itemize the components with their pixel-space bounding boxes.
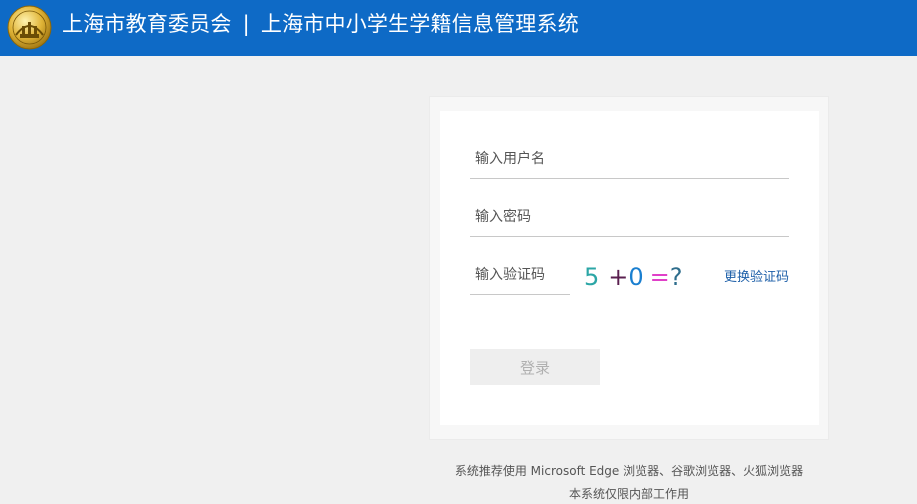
captcha-image[interactable]: 5 +0 =? bbox=[584, 260, 684, 294]
title-separator: | bbox=[242, 12, 250, 36]
header-title: 上海市教育委员会 | 上海市中小学生学籍信息管理系统 bbox=[62, 0, 579, 50]
username-input[interactable] bbox=[470, 140, 789, 179]
captcha-char: ? bbox=[669, 263, 683, 291]
refresh-captcha-link[interactable]: 更换验证码 bbox=[700, 266, 789, 285]
login-button[interactable]: 登录 bbox=[470, 349, 600, 385]
top-header-bar: 上海市教育委员会 | 上海市中小学生学籍信息管理系统 bbox=[0, 0, 917, 56]
education-commission-emblem-icon bbox=[7, 5, 52, 50]
org-name: 上海市教育委员会 bbox=[62, 12, 232, 36]
captcha-char: + bbox=[608, 263, 629, 291]
captcha-input[interactable] bbox=[470, 256, 570, 295]
captcha-char: 0 bbox=[628, 263, 644, 291]
system-name: 上海市中小学生学籍信息管理系统 bbox=[260, 12, 579, 36]
captcha-char: = bbox=[649, 263, 670, 291]
internal-use-note: 本系统仅限内部工作用 bbox=[568, 487, 689, 501]
browser-recommendation-note: 系统推荐使用 Microsoft Edge 浏览器、谷歌浏览器、火狐浏览器 bbox=[454, 464, 804, 478]
captcha-char: 5 bbox=[584, 263, 600, 291]
password-input[interactable] bbox=[470, 198, 789, 237]
